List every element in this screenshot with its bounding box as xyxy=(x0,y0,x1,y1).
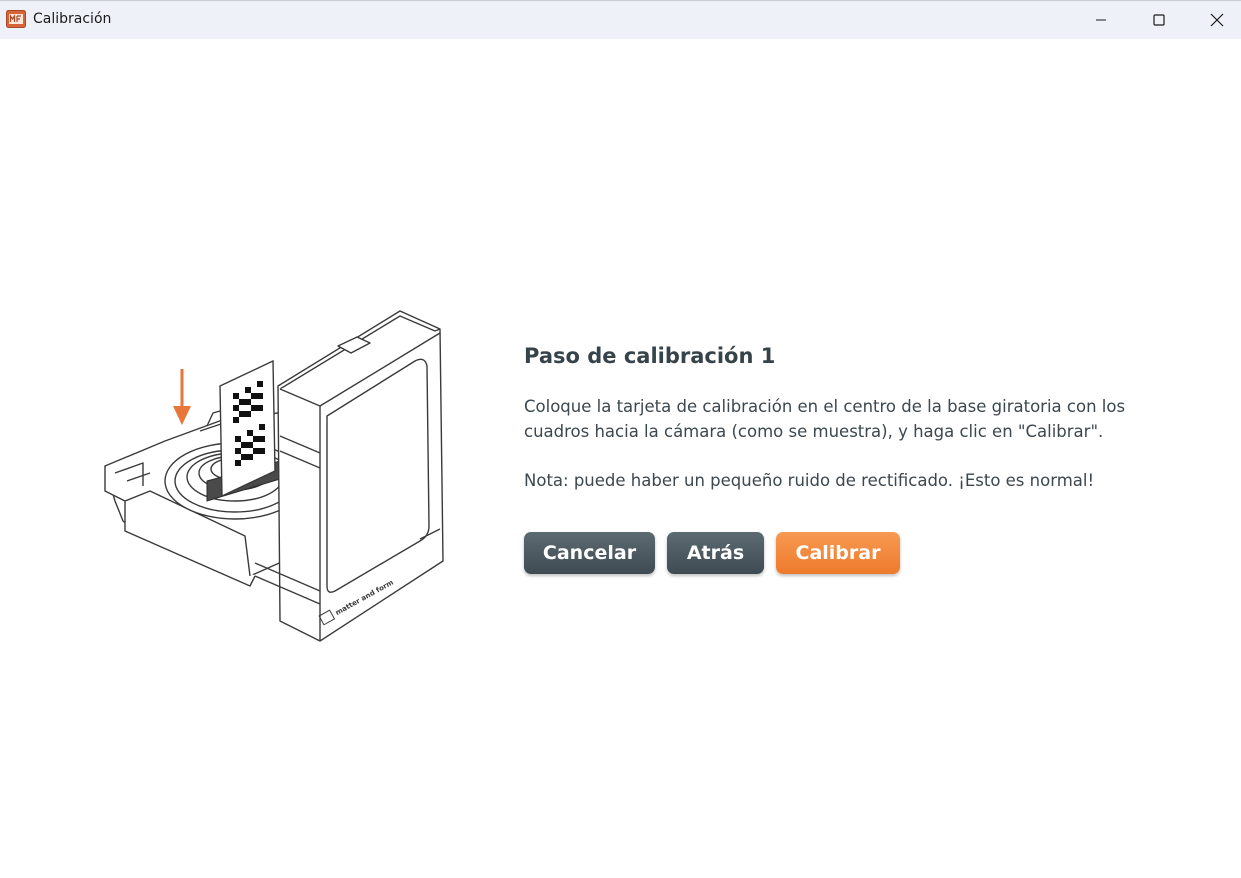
minimize-button[interactable] xyxy=(1072,1,1130,39)
minimize-icon xyxy=(1096,19,1106,21)
window-title: Calibración xyxy=(33,11,112,27)
cancel-button[interactable]: Cancelar xyxy=(524,532,655,574)
scanner-illustration: matter and form xyxy=(104,310,444,642)
down-arrow-icon xyxy=(173,369,191,425)
maximize-button[interactable] xyxy=(1130,1,1188,39)
back-button[interactable]: Atrás xyxy=(667,532,764,574)
title-bar[interactable]: Calibración xyxy=(0,1,1241,39)
button-row: Cancelar Atrás Calibrar xyxy=(524,532,900,574)
instructions-panel: Paso de calibración 1 Coloque la tarjeta… xyxy=(524,341,1164,493)
close-button[interactable] xyxy=(1188,1,1241,39)
instructions-text: Coloque la tarjeta de calibración en el … xyxy=(524,397,1126,441)
app-icon xyxy=(6,10,26,28)
note-text: Nota: puede haber un pequeño ruido de re… xyxy=(524,471,1095,490)
maximize-icon xyxy=(1153,14,1165,26)
calibration-window: Calibración matter and form Paso de cali… xyxy=(0,0,1241,878)
step-title: Paso de calibración 1 xyxy=(524,344,776,368)
close-icon xyxy=(1210,13,1224,27)
calibrate-button[interactable]: Calibrar xyxy=(776,532,900,574)
